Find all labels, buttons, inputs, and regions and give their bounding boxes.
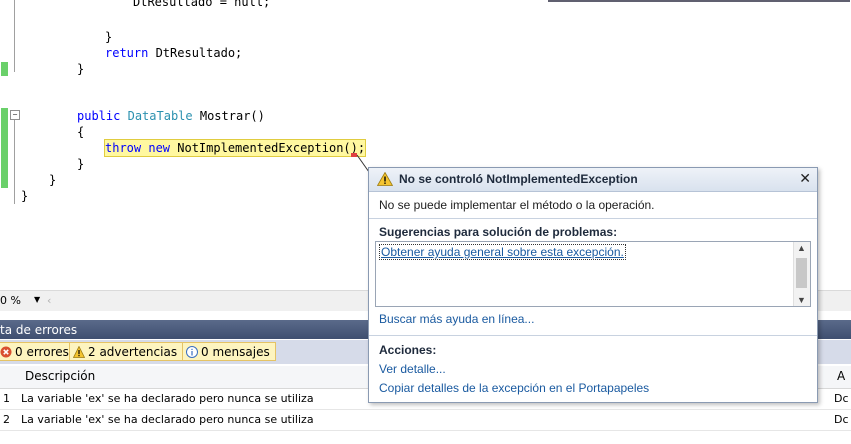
warnings-filter-button[interactable]: 2 advertencias <box>69 342 184 361</box>
row-description: La variable 'ex' se ha declarado pero nu… <box>21 392 314 405</box>
scrollbar-thumb[interactable] <box>796 258 807 288</box>
info-icon <box>186 346 198 358</box>
row-description: La variable 'ex' se ha declarado pero nu… <box>21 413 314 426</box>
row-number: 1 <box>3 392 10 405</box>
errors-filter-label: 0 errores <box>15 345 69 359</box>
column-header-last[interactable]: A <box>837 369 845 383</box>
row-number: 2 <box>3 413 10 426</box>
error-icon <box>0 346 12 358</box>
suggestions-heading: Sugerencias para solución de problemas: <box>379 225 618 239</box>
online-help-link[interactable]: Buscar más ayuda en línea... <box>379 312 534 326</box>
chevron-up-icon[interactable]: ▲ <box>797 243 806 253</box>
chevron-down-icon[interactable]: ▼ <box>34 295 40 304</box>
warnings-filter-label: 2 advertencias <box>88 345 178 359</box>
popup-header: No se controló NotImplementedException ✕ <box>369 168 817 192</box>
divider <box>369 218 817 219</box>
close-icon[interactable]: ✕ <box>799 170 811 187</box>
messages-filter-button[interactable]: 0 mensajes <box>182 342 276 361</box>
zoom-level[interactable]: 0 % <box>0 294 21 307</box>
exception-assistant-popup: No se controló NotImplementedException ✕… <box>368 167 818 403</box>
chevron-down-icon[interactable]: ▼ <box>797 295 806 305</box>
view-detail-link[interactable]: Ver detalle... <box>379 362 446 376</box>
errors-filter-button[interactable]: 0 errores <box>0 342 75 361</box>
copy-details-link[interactable]: Copiar detalles de la excepción en el Po… <box>379 381 649 395</box>
actions-heading: Acciones: <box>379 343 437 357</box>
divider <box>369 335 817 336</box>
popup-title: No se controló NotImplementedException <box>399 172 638 186</box>
warning-icon <box>73 346 85 358</box>
suggestions-scrollbar[interactable]: ▲ ▼ <box>793 242 810 306</box>
row-last: Dc <box>834 392 849 405</box>
messages-filter-label: 0 mensajes <box>201 345 270 359</box>
suggestions-list[interactable]: Obtener ayuda general sobre esta excepci… <box>375 241 811 307</box>
column-header-description[interactable]: Descripción <box>25 369 95 383</box>
suggestion-link[interactable]: Obtener ayuda general sobre esta excepci… <box>379 244 626 260</box>
row-last: Dc <box>834 413 849 426</box>
panel-title: ta de errores <box>0 323 78 337</box>
scroll-left-icon[interactable]: ‹ <box>47 294 51 307</box>
exception-message: No se puede implementar el método o la o… <box>379 198 655 212</box>
table-row[interactable]: 2 La variable 'ex' se ha declarado pero … <box>0 410 851 431</box>
warning-icon <box>377 172 393 186</box>
